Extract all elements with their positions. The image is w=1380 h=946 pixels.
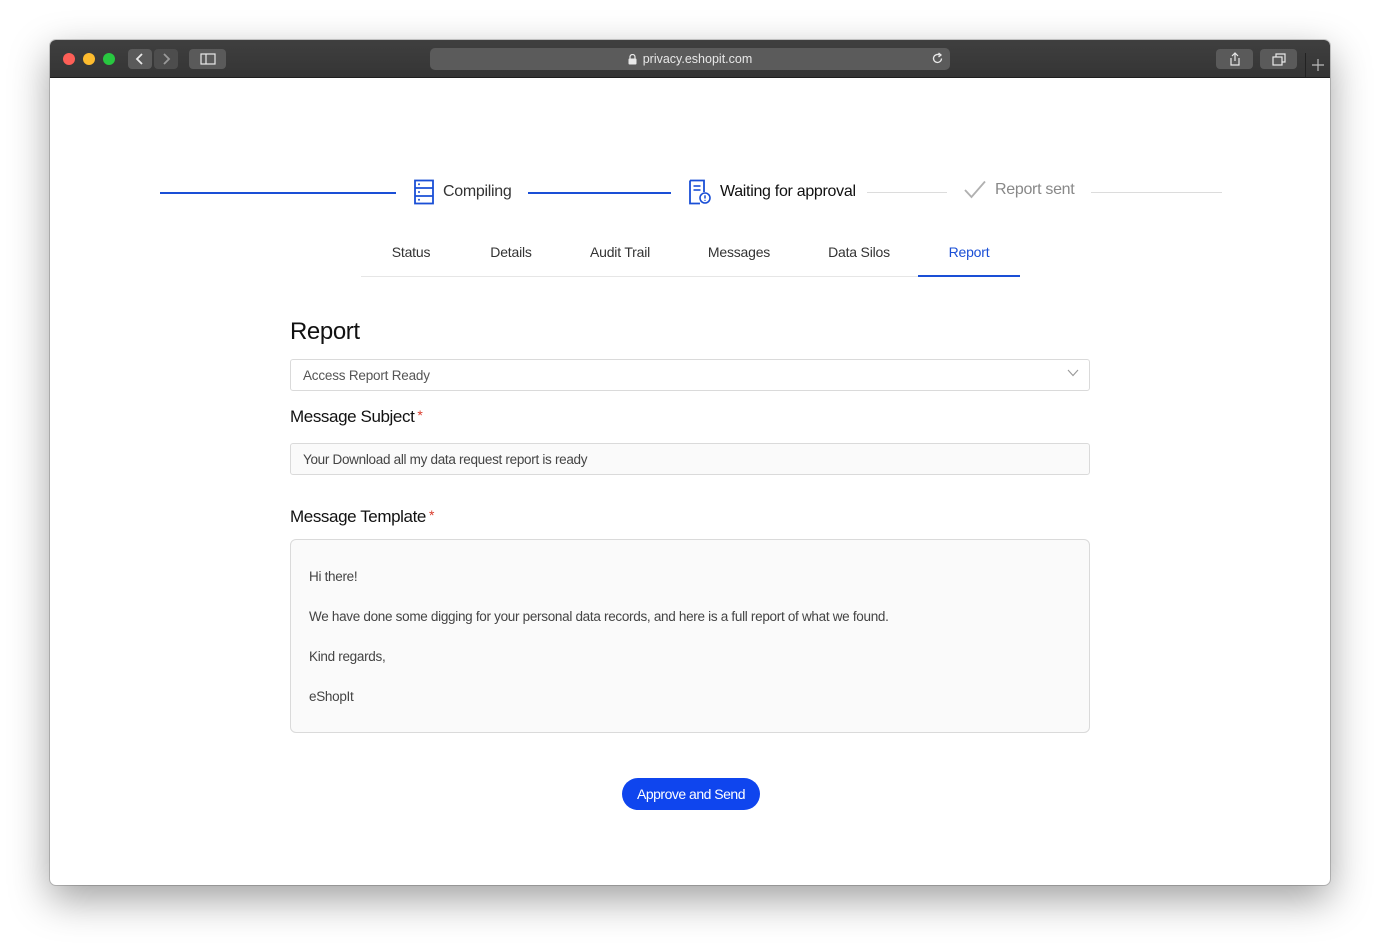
approve-and-send-button[interactable]: Approve and Send bbox=[622, 778, 760, 810]
template-line: eShopIt bbox=[309, 689, 354, 704]
tab-data-silos[interactable]: Data Silos bbox=[809, 238, 909, 276]
tabs-icon bbox=[1271, 52, 1286, 66]
back-button[interactable] bbox=[128, 49, 152, 69]
plus-icon bbox=[1312, 59, 1324, 71]
step-label: Waiting for approval bbox=[720, 183, 856, 200]
step-compiling: Compiling bbox=[413, 179, 512, 205]
address-url: privacy.eshopit.com bbox=[642, 52, 753, 66]
page-content: Compiling Waiting for approval Report se… bbox=[50, 78, 1330, 885]
new-tab-button[interactable] bbox=[1305, 53, 1330, 77]
sidebar-icon bbox=[199, 53, 216, 65]
template-line: Hi there! bbox=[309, 569, 358, 584]
stepper-connector-4 bbox=[1091, 192, 1222, 193]
tab-bar: Status Details Audit Trail Messages Data… bbox=[361, 238, 1020, 277]
message-subject-label: Message Subject * bbox=[290, 407, 423, 427]
field-label-text: Message Template bbox=[290, 507, 426, 526]
checkmark-icon bbox=[963, 179, 987, 201]
message-subject-input[interactable]: Your Download all my data request report… bbox=[290, 443, 1090, 475]
field-label-text: Message Subject bbox=[290, 407, 415, 426]
message-template-label: Message Template * bbox=[290, 507, 434, 527]
stepper-connector-2 bbox=[528, 192, 671, 194]
stepper-connector-1 bbox=[160, 192, 396, 194]
minimize-window-button[interactable] bbox=[83, 53, 95, 65]
share-icon bbox=[1229, 52, 1240, 66]
chevron-right-icon bbox=[163, 53, 171, 65]
tab-audit-trail[interactable]: Audit Trail bbox=[570, 238, 670, 276]
template-line: We have done some digging for your perso… bbox=[309, 609, 889, 624]
page-title: Report bbox=[290, 318, 360, 345]
message-template-textarea[interactable]: Hi there! We have done some digging for … bbox=[290, 539, 1090, 733]
tabs-overview-button[interactable] bbox=[1260, 49, 1297, 69]
step-label: Report sent bbox=[995, 181, 1075, 198]
reload-icon[interactable] bbox=[931, 52, 944, 68]
browser-toolbar: privacy.eshopit.com bbox=[50, 40, 1330, 78]
maximize-window-button[interactable] bbox=[103, 53, 115, 65]
tab-messages[interactable]: Messages bbox=[689, 238, 789, 276]
server-icon bbox=[413, 179, 435, 205]
share-button[interactable] bbox=[1216, 49, 1253, 69]
document-clock-icon bbox=[688, 179, 712, 205]
template-line: Kind regards, bbox=[309, 649, 386, 664]
forward-button[interactable] bbox=[154, 49, 178, 69]
stepper-connector-3 bbox=[867, 192, 947, 193]
tab-report[interactable]: Report bbox=[918, 238, 1020, 277]
address-bar[interactable]: privacy.eshopit.com bbox=[430, 48, 950, 70]
lock-icon bbox=[628, 53, 637, 65]
sidebar-toggle-button[interactable] bbox=[189, 49, 226, 69]
browser-window: privacy.eshopit.com Compiling Waiting fo… bbox=[50, 40, 1330, 885]
close-window-button[interactable] bbox=[63, 53, 75, 65]
step-report-sent: Report sent bbox=[963, 179, 1075, 201]
required-marker: * bbox=[428, 507, 435, 523]
step-label: Compiling bbox=[443, 183, 512, 200]
tab-status[interactable]: Status bbox=[361, 238, 461, 276]
chevron-down-icon bbox=[1067, 369, 1079, 377]
select-value: Access Report Ready bbox=[303, 367, 430, 383]
report-template-select[interactable]: Access Report Ready bbox=[290, 359, 1090, 391]
required-marker: * bbox=[417, 407, 423, 423]
step-waiting-for-approval: Waiting for approval bbox=[688, 179, 856, 205]
tab-details[interactable]: Details bbox=[461, 238, 561, 276]
chevron-left-icon bbox=[135, 53, 143, 65]
